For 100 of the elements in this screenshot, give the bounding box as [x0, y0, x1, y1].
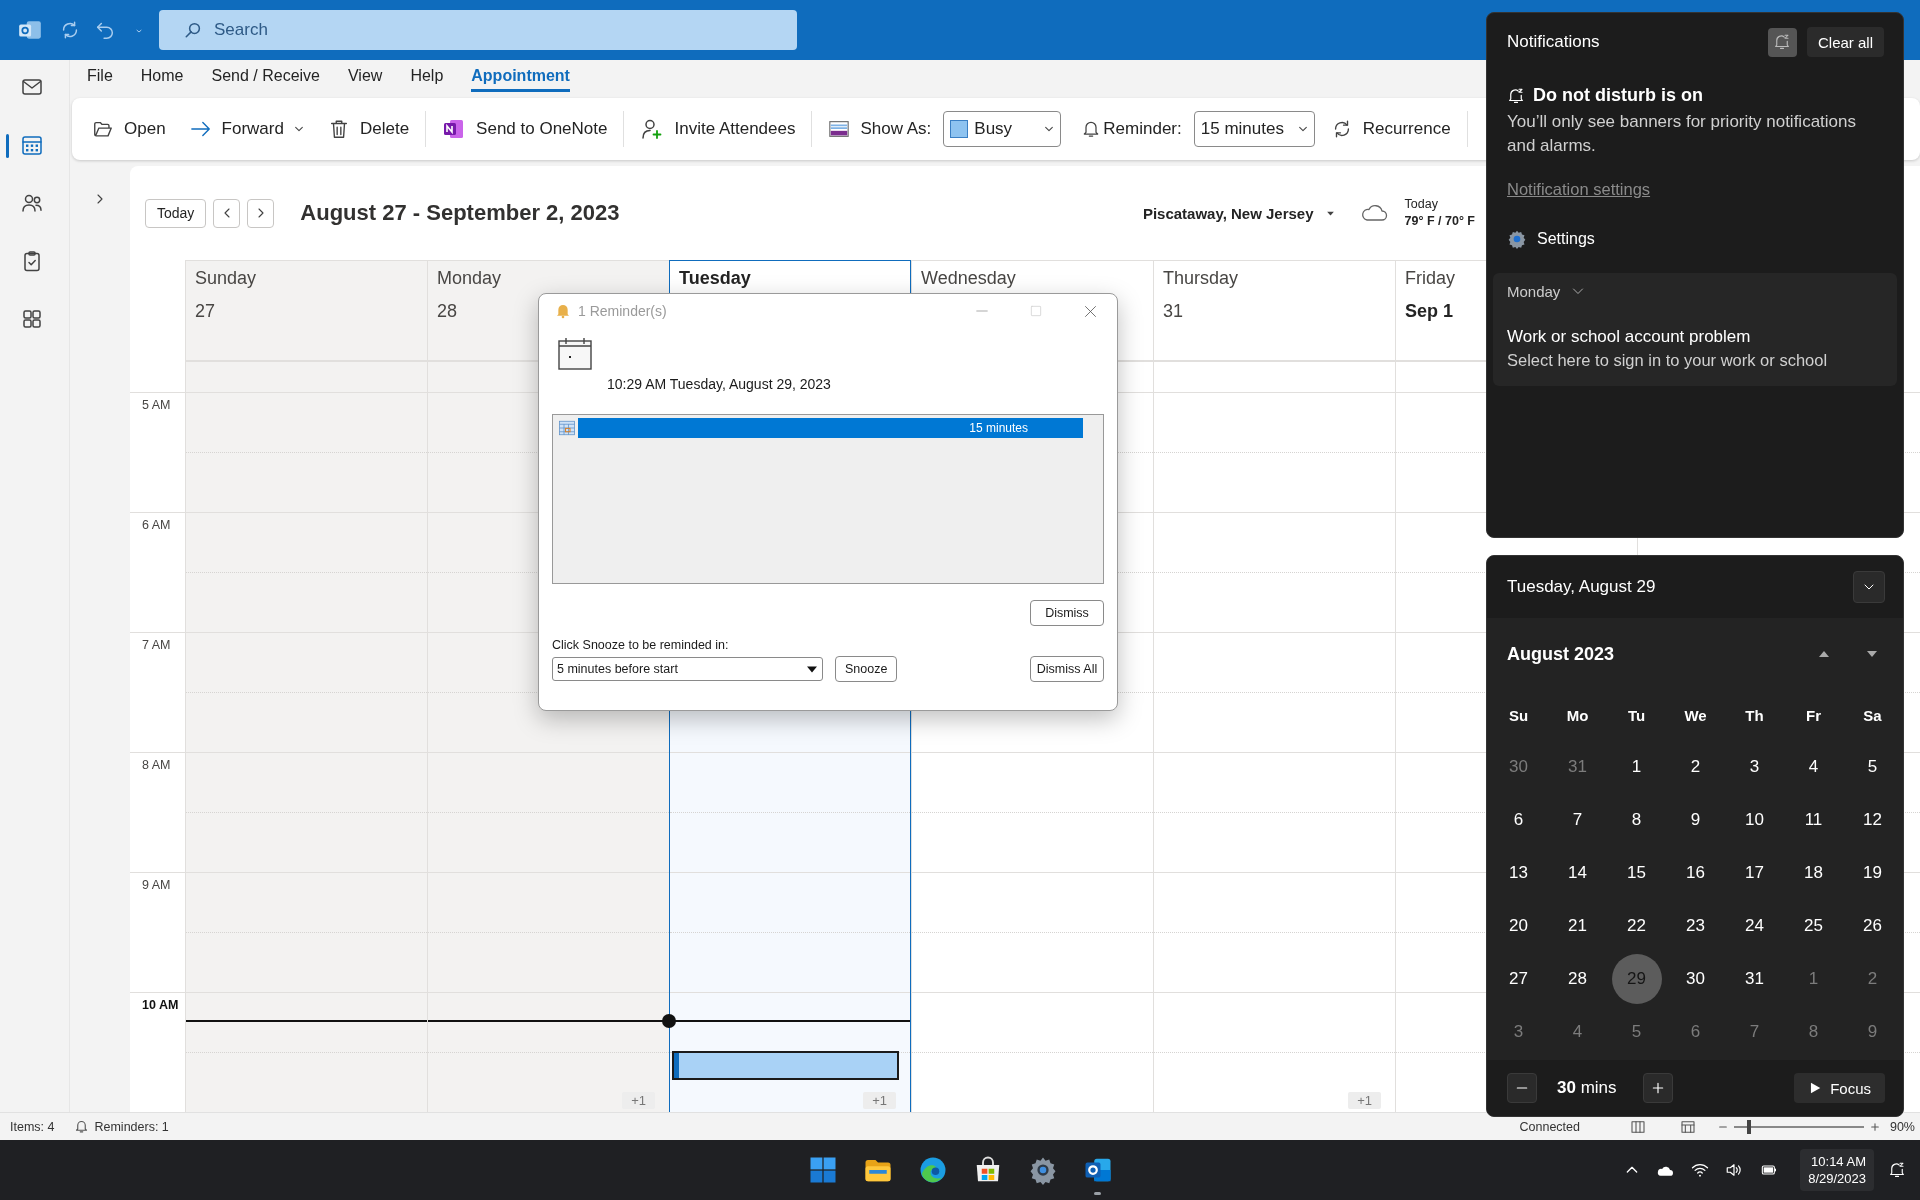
- calendar-day[interactable]: 31: [1552, 741, 1603, 792]
- normal-view-icon[interactable]: [1629, 1118, 1646, 1135]
- menu-tab[interactable]: File: [87, 60, 113, 92]
- dismiss-button[interactable]: Dismiss: [1030, 600, 1104, 626]
- calendar-day[interactable]: 9: [1670, 794, 1721, 845]
- menu-tab[interactable]: Home: [140, 60, 184, 92]
- recurrence-button[interactable]: Recurrence: [1322, 111, 1459, 147]
- more-events-button[interactable]: +1: [863, 1092, 896, 1109]
- calendar-day[interactable]: 7: [1552, 794, 1603, 845]
- calendar-day[interactable]: 28: [1552, 953, 1603, 1004]
- clear-all-button[interactable]: Clear all: [1806, 27, 1884, 57]
- dnd-heading: Do not disturb is on: [1533, 85, 1703, 106]
- calendar-day[interactable]: 8: [1611, 794, 1662, 845]
- calendar-day[interactable]: 13: [1493, 847, 1544, 898]
- menu-tab[interactable]: Help: [410, 60, 444, 92]
- snooze-dropdown[interactable]: 5 minutes before start: [552, 657, 823, 681]
- slider-thumb[interactable]: [1746, 1119, 1751, 1134]
- bell-icon: [74, 1119, 90, 1134]
- wifi-icon[interactable]: [1690, 1161, 1711, 1179]
- day-date: 31: [1163, 301, 1184, 322]
- appointment-block[interactable]: [672, 1051, 899, 1080]
- calendar-day[interactable]: 30: [1493, 741, 1544, 792]
- do-not-disturb-icon[interactable]: [1888, 1161, 1906, 1179]
- calendar-day[interactable]: 8: [1788, 1006, 1839, 1057]
- calendar-day[interactable]: 1: [1611, 741, 1662, 792]
- focus-button[interactable]: Focus: [1794, 1073, 1885, 1103]
- increase-button[interactable]: [1643, 1073, 1673, 1103]
- calendar-day[interactable]: 4: [1788, 741, 1839, 792]
- menu-tab[interactable]: Appointment: [471, 60, 570, 92]
- calendar-day[interactable]: 10: [1729, 794, 1780, 845]
- reading-view-icon[interactable]: [1679, 1118, 1696, 1135]
- calendar-day[interactable]: 6: [1493, 794, 1544, 845]
- calendar-day[interactable]: 7: [1729, 1006, 1780, 1057]
- weekday-label: Th: [1744, 705, 1765, 726]
- dismiss-all-button[interactable]: Dismiss All: [1030, 656, 1104, 682]
- reminder-dropdown[interactable]: 15 minutes: [1193, 111, 1315, 147]
- grid-icon: [20, 307, 44, 331]
- calendar-day[interactable]: 15: [1611, 847, 1662, 898]
- day-name: Thursday: [1163, 268, 1239, 289]
- zoom-in-icon[interactable]: [1869, 1121, 1880, 1132]
- calendar-day[interactable]: 6: [1670, 1006, 1721, 1057]
- menu-tab[interactable]: View: [348, 60, 383, 92]
- today-button[interactable]: Today: [145, 198, 207, 228]
- zoom-level: 90%: [1889, 1119, 1915, 1134]
- calendar-day[interactable]: 17: [1729, 847, 1780, 898]
- calendar-day[interactable]: 25: [1788, 900, 1839, 951]
- calendar-day[interactable]: 24: [1729, 900, 1780, 951]
- calendar-day[interactable]: 16: [1670, 847, 1721, 898]
- calendar-day[interactable]: 3: [1493, 1006, 1544, 1057]
- snooze-bell-icon: [1507, 86, 1525, 105]
- calendar-day[interactable]: 9: [1847, 1006, 1898, 1057]
- forward-button[interactable]: Forward: [181, 111, 312, 147]
- reminder-time: 10:29 AM Tuesday, August 29, 2023: [607, 376, 831, 392]
- reminder-row[interactable]: 15 minutes: [578, 418, 1083, 438]
- notification-settings-link[interactable]: Notification settings: [1507, 180, 1651, 199]
- calendar-day[interactable]: 4: [1552, 1006, 1603, 1057]
- calendar-day[interactable]: 5: [1611, 1006, 1662, 1057]
- calendar-day[interactable]: 11: [1788, 794, 1839, 845]
- calendar-day[interactable]: 21: [1552, 900, 1603, 951]
- calendar-day[interactable]: 23: [1670, 900, 1721, 951]
- calendar-day[interactable]: 14: [1552, 847, 1603, 898]
- menu-tab[interactable]: Send / Receive: [211, 60, 320, 92]
- calendar-day[interactable]: 30: [1670, 953, 1721, 1004]
- notification-title: Work or school account problem: [1507, 327, 1752, 347]
- weekday-label: Su: [1507, 705, 1530, 726]
- more-events-button[interactable]: +1: [622, 1092, 655, 1109]
- weekday-label: Tu: [1626, 705, 1647, 726]
- calendar-day[interactable]: 19: [1847, 847, 1898, 898]
- calendar-day[interactable]: 3: [1729, 741, 1780, 792]
- calendar-day[interactable]: 18: [1788, 847, 1839, 898]
- show-as-dropdown[interactable]: Busy: [943, 111, 1062, 147]
- location-button[interactable]: Piscataway, New Jersey: [1142, 204, 1335, 222]
- delete-button[interactable]: Delete: [319, 111, 418, 147]
- calendar-day[interactable]: 31: [1729, 953, 1780, 1004]
- weekday-label: Fr: [1805, 705, 1822, 726]
- calendar-day[interactable]: 2: [1670, 741, 1721, 792]
- calendar-day[interactable]: 27: [1493, 953, 1544, 1004]
- send-to-notebook-button[interactable]: Send to OneNote: [434, 111, 616, 147]
- calendar-day[interactable]: 12: [1847, 794, 1898, 845]
- group-header-button[interactable]: Monday: [1507, 283, 1587, 300]
- more-events-button[interactable]: +1: [1348, 1092, 1381, 1109]
- calendar-day[interactable]: 26: [1847, 900, 1898, 951]
- calendar-day[interactable]: 1: [1788, 953, 1839, 1004]
- day-name: Sunday: [195, 268, 257, 289]
- clock-button[interactable]: 10:14 AM 8/29/2023: [1800, 1149, 1874, 1191]
- do-not-disturb-button[interactable]: [1767, 27, 1797, 57]
- calendar-day[interactable]: 5: [1847, 741, 1898, 792]
- panel-title: Notifications: [1507, 32, 1600, 52]
- snooze-button[interactable]: Snooze: [835, 656, 898, 682]
- calendar-day[interactable]: 22: [1611, 900, 1662, 951]
- decrease-button[interactable]: [1507, 1073, 1537, 1103]
- calendar-day[interactable]: 20: [1493, 900, 1544, 951]
- calendar-day[interactable]: 2: [1847, 953, 1898, 1004]
- search-field[interactable]: Search: [159, 10, 797, 50]
- close-icon[interactable]: [1083, 303, 1098, 319]
- day-name: Monday: [437, 268, 502, 289]
- open-button[interactable]: Open: [84, 111, 174, 147]
- invite-attendees-button[interactable]: Invite Attendees: [632, 111, 804, 147]
- search-icon: [184, 21, 202, 39]
- connection-status: Connected: [1519, 1119, 1580, 1134]
